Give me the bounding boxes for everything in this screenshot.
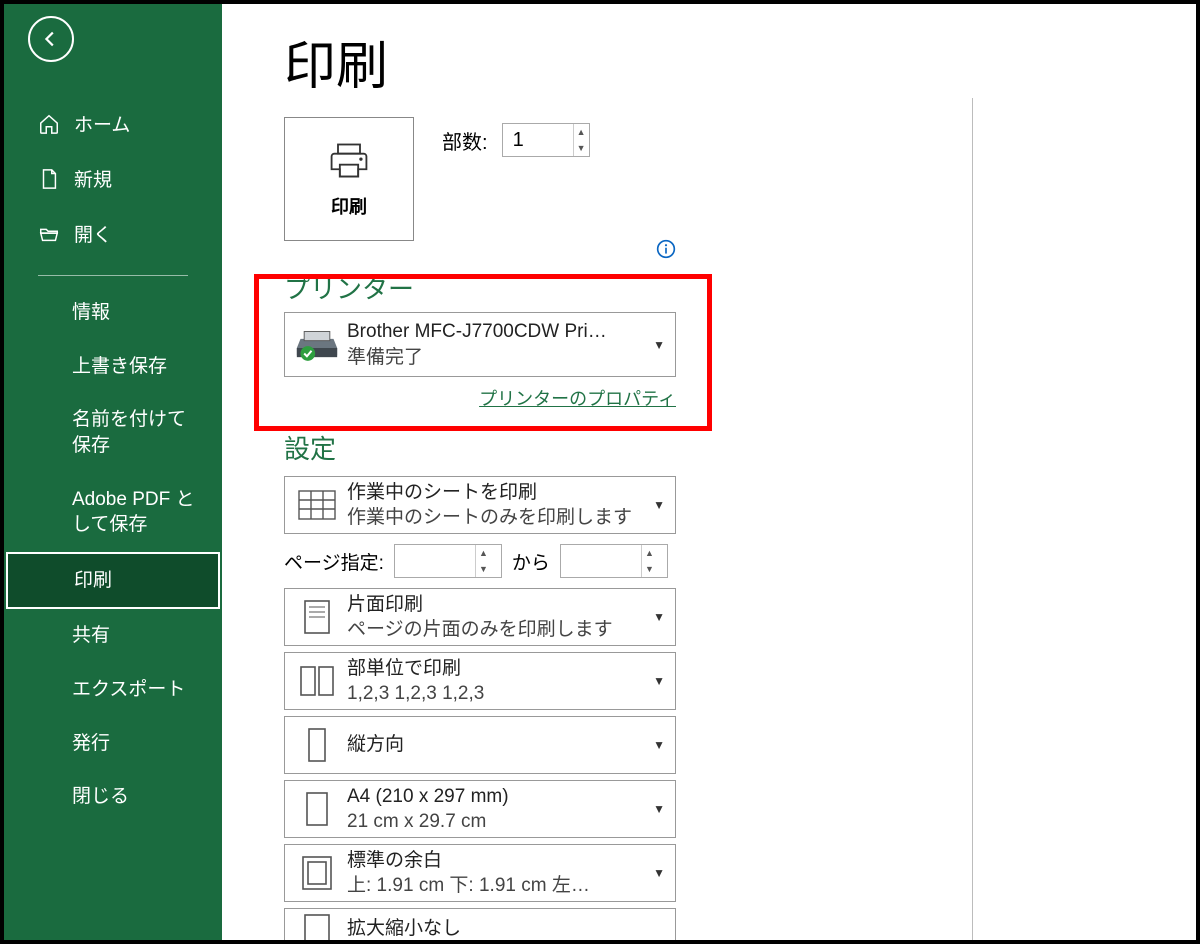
duplex-sub: ページの片面のみを印刷します — [347, 617, 653, 643]
info-icon[interactable] — [656, 239, 676, 259]
down-icon[interactable]: ▼ — [476, 561, 491, 577]
printer-status: 準備完了 — [347, 345, 653, 371]
sidebar-item-print[interactable]: 印刷 — [6, 552, 220, 610]
sidebar-item-save[interactable]: 上書き保存 — [4, 340, 222, 394]
chevron-down-icon: ▼ — [653, 866, 665, 880]
sidebar-label-new: 新規 — [74, 165, 112, 192]
print-button-label: 印刷 — [331, 193, 367, 219]
page-title: 印刷 — [284, 24, 1160, 99]
printer-properties-link[interactable]: プリンターのプロパティ — [479, 389, 676, 409]
collate-icon — [295, 661, 339, 701]
print-area-title: 作業中のシートを印刷 — [347, 480, 653, 506]
file-icon — [38, 168, 60, 190]
backstage-sidebar: ホーム 新規 開く 情報 上書き保存 名前を付けて保存 Adobe PDF とし… — [4, 4, 222, 940]
paper-icon — [295, 789, 339, 829]
sidebar-item-new[interactable]: 新規 — [4, 151, 222, 206]
collate-sub: 1,2,3 1,2,3 1,2,3 — [347, 681, 653, 707]
chevron-down-icon: ▼ — [653, 674, 665, 688]
sidebar-item-share[interactable]: 共有 — [4, 609, 222, 663]
sidebar-label-home: ホーム — [74, 110, 130, 137]
margins-dropdown[interactable]: 標準の余白 上: 1.91 cm 下: 1.91 cm 左… ▼ — [284, 844, 676, 902]
printer-dropdown[interactable]: Brother MFC-J7700CDW Pri… 準備完了 ▼ — [284, 312, 676, 377]
sidebar-separator — [38, 275, 188, 276]
sidebar-label-open: 開く — [74, 220, 112, 247]
paper-dropdown[interactable]: A4 (210 x 297 mm) 21 cm x 29.7 cm ▼ — [284, 780, 676, 838]
preview-divider — [972, 98, 973, 940]
scaling-icon — [295, 909, 339, 940]
margins-icon — [295, 853, 339, 893]
sidebar-item-close[interactable]: 閉じる — [4, 770, 222, 824]
paper-sub: 21 cm x 29.7 cm — [347, 809, 653, 835]
copies-spinner[interactable]: ▲ ▼ — [502, 123, 590, 157]
printer-section-label: プリンター — [284, 269, 676, 306]
page-range-label: ページ指定: — [284, 548, 384, 575]
sidebar-item-saveas[interactable]: 名前を付けて保存 — [4, 393, 222, 472]
sidebar-item-home[interactable]: ホーム — [4, 96, 222, 151]
portrait-icon — [295, 725, 339, 765]
chevron-down-icon: ▼ — [653, 338, 665, 352]
collate-dropdown[interactable]: 部単位で印刷 1,2,3 1,2,3 1,2,3 ▼ — [284, 652, 676, 710]
page-from-spinner[interactable]: ▲▼ — [394, 544, 502, 578]
settings-section-label: 設定 — [284, 429, 1160, 466]
print-button[interactable]: 印刷 — [284, 117, 414, 241]
chevron-down-icon: ▼ — [653, 498, 665, 512]
printer-icon — [327, 139, 371, 183]
scaling-title: 拡大縮小なし — [347, 916, 665, 940]
copies-input[interactable] — [503, 124, 573, 156]
home-icon — [38, 113, 60, 135]
sheets-icon — [295, 485, 339, 525]
margins-title: 標準の余白 — [347, 848, 653, 874]
copies-up-icon[interactable]: ▲ — [574, 124, 589, 140]
orientation-title: 縦方向 — [347, 732, 653, 758]
duplex-dropdown[interactable]: 片面印刷 ページの片面のみを印刷します ▼ — [284, 588, 676, 646]
page-to-spinner[interactable]: ▲▼ — [560, 544, 668, 578]
sidebar-item-info[interactable]: 情報 — [4, 286, 222, 340]
sidebar-item-adobepdf[interactable]: Adobe PDF として保存 — [4, 473, 222, 552]
page-to-input[interactable] — [561, 545, 641, 577]
back-button[interactable] — [28, 16, 74, 62]
duplex-title: 片面印刷 — [347, 592, 653, 618]
printer-device-icon — [295, 325, 339, 365]
single-page-icon — [295, 597, 339, 637]
margins-sub: 上: 1.91 cm 下: 1.91 cm 左… — [347, 873, 653, 899]
chevron-down-icon: ▼ — [653, 802, 665, 816]
collate-title: 部単位で印刷 — [347, 656, 653, 682]
print-area-dropdown[interactable]: 作業中のシートを印刷 作業中のシートのみを印刷します ▼ — [284, 476, 676, 534]
copies-label: 部数: — [442, 126, 488, 155]
print-pane: 印刷 印刷 部数: ▲ ▼ — [222, 4, 1196, 940]
folder-open-icon — [38, 223, 60, 245]
page-from-input[interactable] — [395, 545, 475, 577]
print-area-sub: 作業中のシートのみを印刷します — [347, 505, 653, 531]
sidebar-item-publish[interactable]: 発行 — [4, 717, 222, 771]
scaling-dropdown[interactable]: 拡大縮小なし — [284, 908, 676, 940]
sidebar-item-export[interactable]: エクスポート — [4, 663, 222, 717]
chevron-down-icon: ▼ — [653, 610, 665, 624]
paper-title: A4 (210 x 297 mm) — [347, 784, 653, 810]
page-to-label: から — [512, 548, 550, 575]
orientation-dropdown[interactable]: 縦方向 ▼ — [284, 716, 676, 774]
sidebar-item-open[interactable]: 開く — [4, 206, 222, 261]
down-icon[interactable]: ▼ — [642, 561, 657, 577]
printer-name: Brother MFC-J7700CDW Pri… — [347, 319, 653, 345]
up-icon[interactable]: ▲ — [476, 545, 491, 561]
chevron-down-icon: ▼ — [653, 738, 665, 752]
up-icon[interactable]: ▲ — [642, 545, 657, 561]
copies-down-icon[interactable]: ▼ — [574, 140, 589, 156]
